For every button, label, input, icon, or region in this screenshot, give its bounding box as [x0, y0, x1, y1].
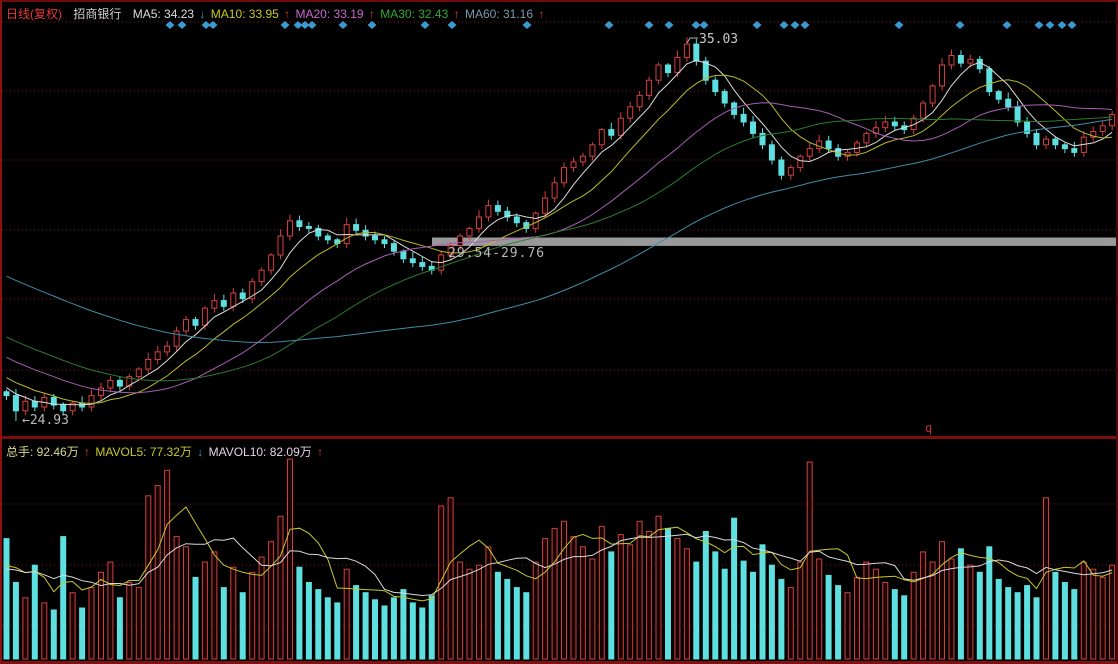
ma30-legend: MA30: 32.43 [380, 7, 448, 21]
pane-divider [2, 436, 1116, 439]
event-diamond-icon [605, 21, 614, 29]
price-pane-header: 日线(复权) 招商银行 MA5: 34.23 ↓ MA10: 33.95 ↑ M… [6, 5, 546, 22]
q-event-marker: q [925, 421, 932, 435]
down-arrow-icon: ↓ [197, 445, 203, 459]
event-diamond-icon [645, 21, 654, 29]
volume-chart-canvas[interactable] [2, 439, 1116, 663]
mavol5-legend: MAVOL5: 77.32万 [95, 445, 192, 459]
ma20-legend: MA20: 33.19 [296, 7, 364, 21]
total-volume-legend: 总手: 92.46万 [6, 445, 79, 459]
up-arrow-icon: ↑ [369, 7, 375, 21]
resistance-band-label: 29.54-29.76 [448, 246, 545, 261]
event-diamond-icon [1068, 21, 1077, 29]
price-chart-canvas[interactable] [2, 2, 1116, 439]
event-diamond-icon [448, 21, 457, 29]
volume-pane-header: 总手: 92.46万 ↑ MAVOL5: 77.32万 ↓ MAVOL10: 8… [6, 443, 325, 460]
event-diamond-icon [780, 21, 789, 29]
ma10-legend: MA10: 33.95 [211, 7, 279, 21]
mavol10-legend: MAVOL10: 82.09万 [209, 445, 312, 459]
up-arrow-icon: ↑ [454, 7, 460, 21]
event-diamond-icon [368, 21, 377, 29]
period-label: 日线(复权) [6, 7, 62, 21]
event-diamond-icon [753, 21, 762, 29]
event-diamond-icon [209, 21, 218, 29]
ma5-legend: MA5: 34.23 [133, 7, 194, 21]
event-diamond-icon [801, 21, 810, 29]
ma60-legend: MA60: 31.16 [465, 7, 533, 21]
up-arrow-icon: ↑ [84, 445, 90, 459]
high-price-annotation: 35.03 [699, 32, 738, 47]
event-diamond-icon [281, 21, 290, 29]
event-diamond-icon [665, 21, 674, 29]
event-diamond-icon [308, 21, 317, 29]
low-price-annotation: ←24.93 [22, 413, 69, 428]
up-arrow-icon: ↑ [284, 7, 290, 21]
up-arrow-icon: ↑ [317, 445, 323, 459]
event-diamond-icon [700, 21, 709, 29]
up-arrow-icon: ↑ [538, 7, 544, 21]
down-arrow-icon: ↓ [199, 7, 205, 21]
event-diamond-icon [421, 21, 430, 29]
stock-chart-window: 日线(复权) 招商银行 MA5: 34.23 ↓ MA10: 33.95 ↑ M… [0, 0, 1118, 664]
event-diamond-icon [692, 21, 701, 29]
stock-name: 招商银行 [73, 7, 121, 21]
event-diamond-icon [956, 21, 965, 29]
